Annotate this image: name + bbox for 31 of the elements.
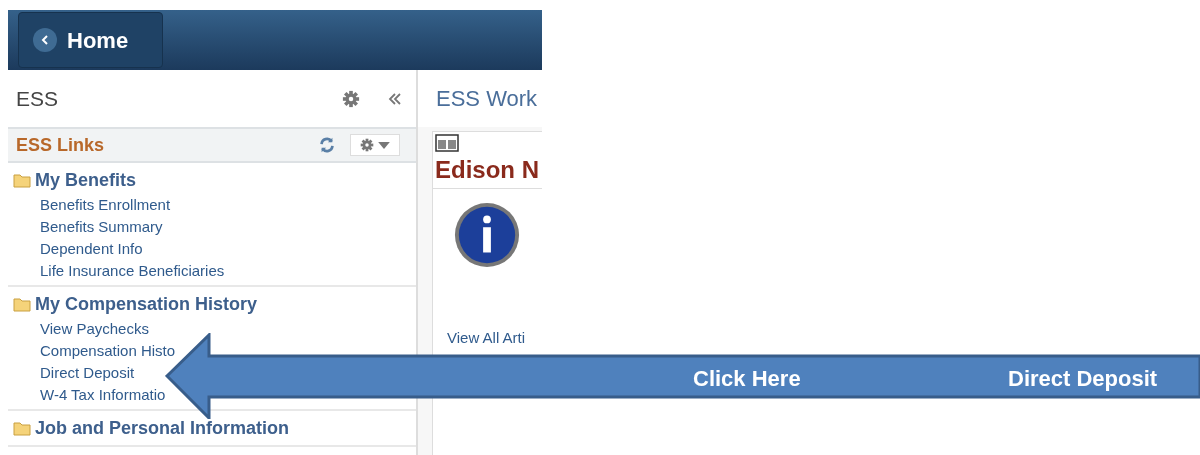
nav-link[interactable]: View Paychecks [40, 318, 149, 340]
nav-link[interactable]: Life Insurance Beneficiaries [40, 260, 225, 282]
nav-link[interactable]: Benefits Enrollment [40, 194, 171, 216]
caret-icon [378, 141, 390, 149]
layout-icon [435, 134, 459, 152]
back-icon [33, 28, 57, 52]
collapse-icon[interactable] [388, 92, 402, 105]
nav-link[interactable]: Compensation Histo [40, 340, 176, 362]
group-title: My Compensation History [35, 293, 258, 316]
pagelet-title: ESS Links [16, 133, 106, 157]
home-button[interactable]: Home [18, 12, 163, 68]
refresh-icon[interactable] [318, 136, 336, 154]
folder-icon [13, 297, 31, 312]
group-title: My Benefits [35, 169, 137, 192]
group-title: Job and Personal Information [35, 417, 290, 440]
nav-link[interactable]: Direct Deposit [40, 362, 135, 384]
callout-label: Click Here [693, 365, 801, 393]
callout-target: Direct Deposit [1008, 365, 1158, 393]
folder-icon [13, 173, 31, 188]
main-title: ESS Work [418, 70, 542, 127]
settings-icon[interactable] [342, 89, 360, 108]
nav-link[interactable]: Dependent Info [40, 238, 143, 260]
nav-link[interactable]: Benefits Summary [40, 216, 163, 238]
info-icon [453, 201, 521, 269]
pagelet-title: Edison N [433, 152, 542, 189]
view-all-link[interactable]: View All Arti [447, 327, 542, 350]
options-button[interactable] [350, 134, 400, 156]
sidebar-title: ESS [16, 85, 60, 112]
folder-icon [13, 421, 31, 436]
gear-icon[interactable] [360, 138, 374, 152]
nav-link[interactable]: W-4 Tax Informatio [40, 384, 166, 406]
